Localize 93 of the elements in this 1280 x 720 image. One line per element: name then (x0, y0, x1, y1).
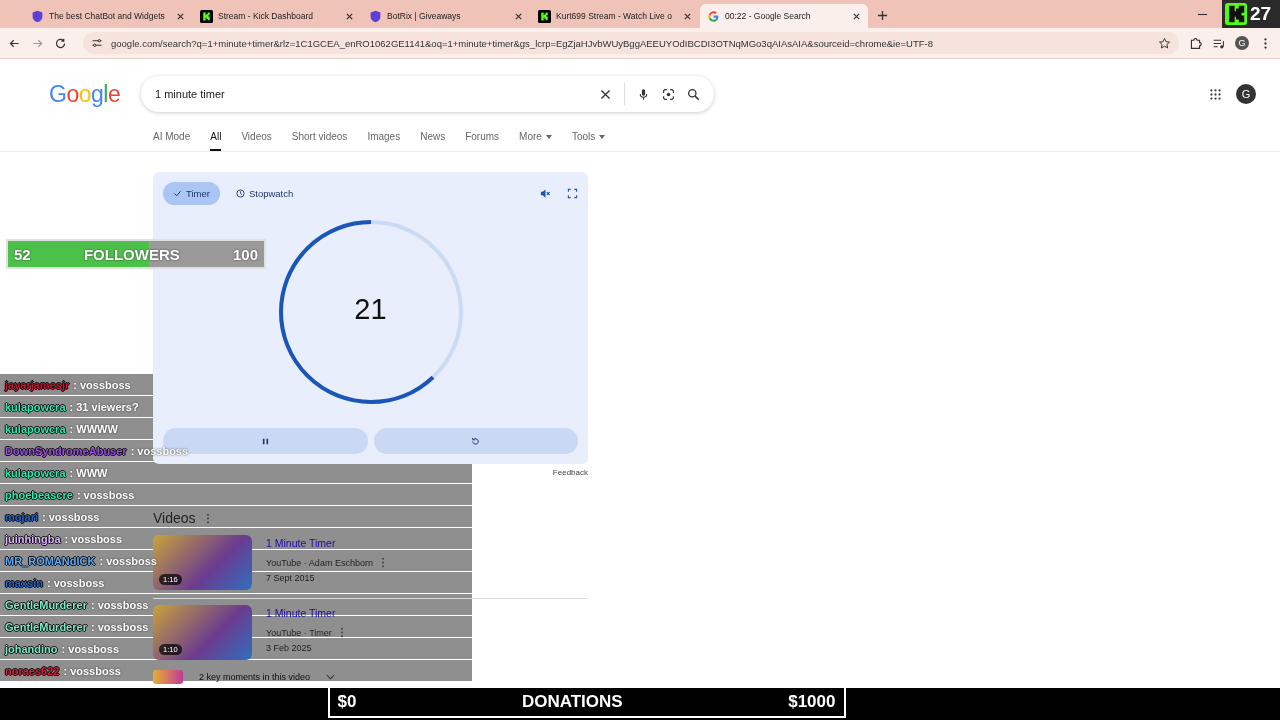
apps-grid-icon[interactable] (1209, 87, 1222, 101)
video-title-link[interactable]: 1 Minute Timer (266, 537, 385, 549)
chevron-down-icon[interactable] (326, 674, 336, 680)
account-avatar[interactable]: G (1236, 84, 1256, 104)
browser-tab[interactable]: BotRix | Giveaways (362, 4, 530, 28)
section-heading: Videos (153, 510, 196, 526)
close-icon[interactable] (514, 11, 523, 21)
close-icon[interactable] (345, 11, 354, 21)
k-logo-icon (538, 9, 551, 23)
goal-current: 52 (14, 245, 31, 263)
feedback-link[interactable]: Feedback (552, 468, 588, 477)
microphone-icon[interactable] (637, 87, 650, 101)
checkmark-icon (173, 189, 182, 198)
close-icon[interactable] (176, 11, 185, 21)
video-date: 3 Feb 2025 (266, 643, 313, 653)
chat-text: : WWW (69, 466, 108, 479)
close-icon[interactable] (852, 11, 861, 21)
chat-username: mojari (5, 510, 38, 523)
chat-username: noraes622 (5, 664, 60, 677)
shield-icon (31, 9, 44, 23)
fullscreen-icon[interactable] (567, 188, 578, 199)
extensions-icon[interactable] (1189, 36, 1202, 50)
pause-icon (260, 436, 270, 446)
browser-tab[interactable]: The best ChatBot and Widgets (24, 4, 192, 28)
camera-lens-icon[interactable] (662, 87, 675, 101)
search-icon[interactable] (687, 87, 700, 101)
goal-target: 100 (232, 245, 258, 263)
profile-avatar[interactable]: G (1235, 36, 1249, 50)
chat-username: GentleMurderer (5, 598, 87, 611)
google-g-icon (707, 9, 720, 23)
reset-icon (471, 436, 481, 446)
browser-tab[interactable]: Kurt699 Stream - Watch Live o (531, 4, 699, 28)
chat-username: juinhingba (5, 532, 61, 545)
shield-icon (369, 9, 382, 23)
reload-icon[interactable] (54, 36, 67, 50)
mode-chip[interactable]: Stopwatch (225, 182, 304, 205)
video-source: YouTube · Timer (266, 627, 332, 638)
chat-username: kulapowcra (5, 422, 66, 435)
chat-username: kulapowcra (5, 400, 66, 413)
goal-label: DONATIONS (521, 692, 623, 712)
google-logo[interactable]: Google (49, 80, 141, 108)
timer-readout: 21 (354, 293, 387, 326)
chat-text: : vossboss (61, 642, 119, 655)
search-field[interactable]: 1 minute timer (141, 76, 714, 112)
chat-username: phoebeascre (5, 488, 73, 501)
chat-text: : 31 viewers? (69, 400, 139, 413)
chat-username: MR_ROMANdICK (5, 554, 96, 567)
clear-icon[interactable] (599, 87, 612, 101)
search-filter-tab[interactable]: Videos (241, 129, 272, 151)
video-date: 7 Sept 2015 (266, 573, 316, 583)
goal-target: $1000 (788, 692, 836, 712)
k-logo-icon (1225, 3, 1247, 25)
chat-text: : vossboss (64, 532, 123, 545)
chat-username: DownSyndromeAbuser (5, 444, 127, 457)
site-settings-icon[interactable] (91, 37, 103, 49)
browser-tab[interactable]: Stream - Kick Dashboard (193, 4, 361, 28)
chat-text: : vossboss (42, 510, 100, 523)
moment-thumbnail (153, 670, 183, 684)
more-options-icon[interactable] (339, 627, 344, 638)
chat-username: maxsin (5, 576, 43, 589)
chat-username: jayarjamesjr (5, 378, 70, 391)
search-filter-tab[interactable]: Images (367, 129, 401, 151)
key-moments-toggle[interactable]: 2 key moments in this video (199, 672, 311, 682)
goal-current: $0 (337, 692, 357, 712)
search-filter-tab[interactable]: Forums (465, 129, 500, 151)
search-filter-tab[interactable]: More (519, 129, 552, 151)
new-tab-icon[interactable] (877, 10, 888, 21)
viewer-count-badge: 27 (1222, 0, 1280, 28)
search-filter-tab[interactable]: Tools (571, 129, 606, 151)
chat-username: kulapowcra (5, 466, 66, 479)
goal-label: FOLLOWERS (83, 245, 180, 263)
search-filter-tab[interactable]: Short videos (291, 129, 348, 151)
bookmark-star-icon[interactable] (1158, 36, 1171, 50)
k-logo-icon (200, 9, 213, 23)
mute-icon[interactable] (540, 188, 551, 199)
chat-text: : vossboss (90, 598, 149, 611)
video-source: YouTube · Adam Eschborn (266, 557, 373, 568)
clock-icon (235, 189, 245, 198)
close-icon[interactable] (683, 11, 692, 21)
chat-username: GentleMurderer (5, 620, 87, 633)
mode-chip[interactable]: Timer (163, 182, 220, 205)
chat-text: : vossboss (76, 488, 135, 501)
chat-username: johandino (5, 642, 58, 655)
search-filter-tab[interactable]: All (210, 129, 222, 151)
address-bar[interactable]: google.com/search?q=1+minute+timer&rlz=1C1GCEA_enRO1062GE1141&oq=1+minute+timer&gs_lcrp=EgZjaHJvbWUyBggAEEUYOdIBCDI3OTNqMGo3qAIAsAIA&sourceid=chrome&ie=UTF-8 (83, 32, 1179, 54)
browser-tab[interactable]: 00:22 - Google Search (700, 4, 868, 28)
chat-text: : WWWW (69, 422, 118, 435)
search-filter-tab[interactable]: AI Mode (153, 129, 191, 151)
chat-text: : vossboss (90, 620, 149, 633)
chat-text: : vossboss (63, 664, 121, 677)
chat-text: : vossboss (46, 576, 105, 589)
search-filter-tab[interactable]: News (420, 129, 446, 151)
chat-text: : vossboss (73, 378, 131, 391)
